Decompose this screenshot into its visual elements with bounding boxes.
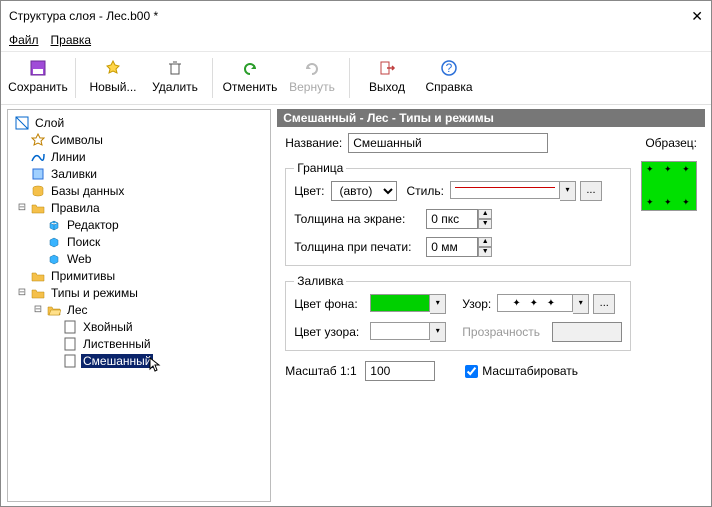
name-input[interactable] (348, 133, 548, 153)
spin-down-icon[interactable]: ▼ (478, 247, 492, 257)
pattern-select[interactable]: ✦ ✦ ✦ (497, 294, 573, 312)
tree-coniferous[interactable]: Хвойный (10, 318, 268, 335)
cube-icon (46, 251, 62, 267)
cursor-icon (149, 357, 161, 373)
scale-checkbox[interactable] (465, 365, 478, 378)
tree-types[interactable]: ⊟Типы и режимы (10, 284, 268, 301)
screen-thickness-label: Толщина на экране: (294, 212, 420, 226)
panel-header: Смешанный - Лес - Типы и режимы (277, 109, 705, 127)
chevron-down-icon[interactable]: ▾ (573, 294, 589, 314)
style-select[interactable] (450, 181, 560, 199)
tree-symbols[interactable]: Символы (10, 131, 268, 148)
cube-icon (46, 217, 62, 233)
folder-open-icon (46, 302, 62, 318)
sample-label: Образец: (645, 136, 697, 150)
folder-icon (30, 200, 46, 216)
fill-icon (30, 166, 46, 182)
new-button[interactable]: Новый... (82, 56, 144, 96)
help-icon: ? (439, 58, 459, 78)
scale-input[interactable] (365, 361, 435, 381)
redo-button[interactable]: Вернуть (281, 56, 343, 96)
pattern-more-button[interactable]: ... (593, 294, 615, 314)
name-label: Название: (285, 136, 342, 150)
page-icon (62, 353, 78, 369)
screen-thickness-input[interactable] (426, 209, 478, 229)
tree-mixed[interactable]: Смешанный (10, 352, 268, 369)
tree-forest[interactable]: ⊟Лес (10, 301, 268, 318)
save-icon (28, 58, 48, 78)
style-label: Стиль: (407, 184, 444, 198)
tree-editor[interactable]: Редактор (10, 216, 268, 233)
line-style-icon (455, 187, 555, 188)
delete-button[interactable]: Удалить (144, 56, 206, 96)
layer-tree[interactable]: Слой Символы Линии Заливки Базы данных ⊟… (7, 109, 271, 502)
trash-icon (165, 58, 185, 78)
properties-panel: Смешанный - Лес - Типы и режимы Название… (277, 109, 705, 502)
page-icon (62, 336, 78, 352)
folder-icon (30, 268, 46, 284)
help-button[interactable]: ? Справка (418, 56, 480, 96)
tree-deciduous[interactable]: Лиственный (10, 335, 268, 352)
layer-icon (14, 115, 30, 131)
title-bar: Структура слоя - Лес.b00 * ✕ (1, 1, 711, 31)
color-label: Цвет: (294, 184, 324, 198)
star-icon (30, 132, 46, 148)
style-more-button[interactable]: ... (580, 181, 602, 201)
save-button[interactable]: Сохранить (7, 56, 69, 96)
tree-databases[interactable]: Базы данных (10, 182, 268, 199)
cube-icon (46, 234, 62, 250)
chevron-down-icon[interactable]: ▾ (560, 181, 576, 201)
border-color-select[interactable]: (авто) (331, 181, 397, 201)
folder-icon (30, 285, 46, 301)
spin-up-icon[interactable]: ▲ (478, 209, 492, 219)
border-group: Граница Цвет: (авто) Стиль: ▾ ... Толщин… (285, 161, 631, 266)
spin-down-icon[interactable]: ▼ (478, 219, 492, 229)
print-thickness-label: Толщина при печати: (294, 240, 420, 254)
tree-web[interactable]: Web (10, 250, 268, 267)
transparency-label: Прозрачность (462, 325, 540, 339)
window-title: Структура слоя - Лес.b00 * (9, 9, 691, 23)
redo-icon (302, 58, 322, 78)
new-icon (103, 58, 123, 78)
svg-text:?: ? (446, 61, 453, 75)
collapse-icon[interactable]: ⊟ (32, 304, 44, 315)
scale-label: Масштаб 1:1 (285, 364, 359, 378)
tree-lines[interactable]: Линии (10, 148, 268, 165)
exit-icon (377, 58, 397, 78)
chevron-down-icon[interactable]: ▾ (430, 294, 446, 314)
tree-search[interactable]: Поиск (10, 233, 268, 250)
menu-edit[interactable]: Правка (51, 33, 92, 47)
toolbar: Сохранить Новый... Удалить Отменить Верн… (1, 52, 711, 105)
page-icon (62, 319, 78, 335)
patcolor-well[interactable] (370, 322, 430, 340)
bgcolor-label: Цвет фона: (294, 297, 364, 311)
scale-checkbox-label[interactable]: Масштабировать (461, 362, 578, 381)
collapse-icon[interactable]: ⊟ (16, 287, 28, 298)
tree-primitives[interactable]: Примитивы (10, 267, 268, 284)
sample-preview (641, 161, 697, 211)
transparency-input (552, 322, 622, 342)
line-icon (30, 149, 46, 165)
bgcolor-well[interactable] (370, 294, 430, 312)
pattern-label: Узор: (462, 297, 491, 311)
close-icon[interactable]: ✕ (691, 8, 703, 25)
print-thickness-input[interactable] (426, 237, 478, 257)
tree-root[interactable]: Слой (10, 114, 268, 131)
undo-button[interactable]: Отменить (219, 56, 281, 96)
undo-icon (240, 58, 260, 78)
collapse-icon[interactable]: ⊟ (16, 202, 28, 213)
chevron-down-icon[interactable]: ▾ (430, 322, 446, 342)
exit-button[interactable]: Выход (356, 56, 418, 96)
tree-rules[interactable]: ⊟Правила (10, 199, 268, 216)
fill-group: Заливка Цвет фона: ▾ Узор: ✦ ✦ ✦▾ ... Цв… (285, 274, 631, 351)
menu-bar: Файл Правка (1, 31, 711, 52)
tree-fills[interactable]: Заливки (10, 165, 268, 182)
menu-file[interactable]: Файл (9, 33, 39, 47)
database-icon (30, 183, 46, 199)
patcolor-label: Цвет узора: (294, 325, 364, 339)
spin-up-icon[interactable]: ▲ (478, 237, 492, 247)
